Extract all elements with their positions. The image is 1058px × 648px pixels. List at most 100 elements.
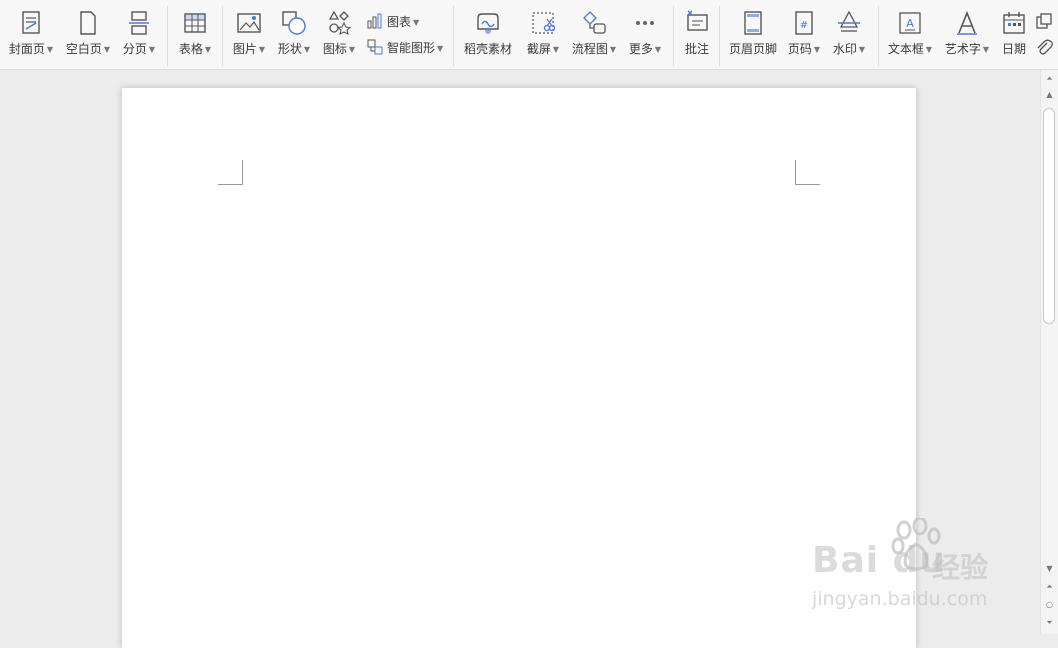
smart-art-icon: [366, 38, 384, 56]
caret-down-icon: ▼: [858, 45, 866, 54]
scroll-to-top-icon[interactable]: ⏶: [1041, 72, 1058, 86]
toolbar-separator: [719, 6, 720, 66]
comment-icon: [683, 9, 711, 37]
smart-art-button[interactable]: 智能图形 ▼: [366, 36, 448, 58]
chart-button[interactable]: 图表 ▼: [366, 10, 446, 32]
table-button[interactable]: 表格 ▼: [174, 0, 216, 70]
text-box-button[interactable]: A 文本框 ▼: [884, 0, 936, 70]
attachment-button[interactable]: [1035, 36, 1058, 58]
margin-mark-top-right: [795, 160, 820, 185]
watermark-title: 经验: [932, 551, 989, 584]
picture-label: 图片: [232, 42, 257, 56]
caret-down-icon: ▼: [925, 45, 933, 54]
margin-mark-top-left: [218, 160, 243, 185]
watermark-icon: [835, 9, 863, 37]
icon-label: 图标: [322, 42, 347, 56]
toolbar-separator: [453, 6, 454, 66]
toolbar-separator: [878, 6, 879, 66]
header-footer-button[interactable]: 页眉页脚: [725, 0, 781, 70]
flowchart-icon: [580, 9, 608, 37]
docer-material-icon: [474, 9, 502, 37]
icons-library-icon: [325, 9, 353, 37]
object-button[interactable]: [1035, 10, 1058, 32]
shape-button[interactable]: 形状 ▼: [274, 0, 314, 70]
document-page[interactable]: [122, 88, 916, 648]
page-break-label: 分页: [122, 42, 147, 56]
icon-button[interactable]: 图标 ▼: [319, 0, 359, 70]
shape-label: 形状: [277, 42, 302, 56]
page-number-button[interactable]: # 页码 ▼: [784, 0, 824, 70]
toolbar-separator: [222, 6, 223, 66]
screenshot-label: 截屏: [526, 42, 551, 56]
watermark-label: 水印: [832, 42, 857, 56]
toolbar-separator: [673, 6, 674, 66]
select-browse-object-icon[interactable]: ○: [1041, 598, 1058, 612]
date-label: 日期: [1001, 42, 1026, 56]
word-art-button[interactable]: 艺术字 ▼: [941, 0, 993, 70]
cover-page-label: 封面页: [8, 42, 45, 56]
caret-down-icon: ▼: [103, 45, 111, 54]
baidu-jingyan-watermark: Bai du 经验 jingyan.baidu.com: [808, 518, 1008, 618]
header-footer-label: 页眉页脚: [728, 42, 777, 56]
watermark-brand: Bai du: [812, 540, 947, 581]
blank-page-icon: [74, 9, 102, 37]
paperclip-icon: [1035, 38, 1053, 56]
caret-down-icon: ▼: [654, 45, 662, 54]
comment-label: 批注: [684, 42, 709, 56]
caret-down-icon: ▼: [204, 45, 212, 54]
caret-down-icon: ▼: [413, 18, 420, 27]
flowchart-label: 流程图: [571, 42, 608, 56]
more-button[interactable]: 更多 ▼: [624, 0, 666, 70]
more-label: 更多: [628, 42, 653, 56]
caret-down-icon: ▼: [258, 45, 266, 54]
picture-icon: [235, 9, 263, 37]
docer-material-label: 稻壳素材: [463, 42, 512, 56]
caret-down-icon: ▼: [148, 45, 156, 54]
calendar-icon: [1000, 9, 1028, 37]
page-number-icon: #: [790, 9, 818, 37]
watermark-url: jingyan.baidu.com: [812, 588, 988, 610]
more-dots-icon: [631, 9, 659, 37]
chart-label: 图表: [387, 15, 412, 29]
vertical-scrollbar[interactable]: ⏶ ▲ ▼ ⏶ ○ ⏷: [1040, 70, 1058, 634]
caret-down-icon: ▼: [46, 45, 54, 54]
next-page-icon[interactable]: ⏷: [1041, 616, 1058, 630]
toolbar-separator: [167, 6, 168, 66]
svg-text:A: A: [906, 17, 914, 30]
comment-button[interactable]: 批注: [678, 0, 716, 70]
caret-down-icon: ▼: [813, 45, 821, 54]
caret-down-icon: ▼: [609, 45, 617, 54]
caret-down-icon: ▼: [437, 44, 444, 53]
object-icon: [1035, 12, 1053, 30]
scrollbar-thumb[interactable]: [1043, 108, 1055, 324]
word-art-icon: [953, 9, 981, 37]
flowchart-button[interactable]: 流程图 ▼: [568, 0, 620, 70]
table-icon: [181, 9, 209, 37]
caret-down-icon: ▼: [982, 45, 990, 54]
caret-down-icon: ▼: [552, 45, 560, 54]
docer-material-button[interactable]: 稻壳素材: [460, 0, 516, 70]
text-box-label: 文本框: [887, 42, 924, 56]
blank-page-button[interactable]: 空白页 ▼: [63, 0, 113, 70]
svg-text:#: #: [800, 20, 808, 31]
smart-art-label: 智能图形: [387, 41, 436, 55]
text-box-icon: A: [896, 9, 924, 37]
caret-down-icon: ▼: [348, 45, 356, 54]
cover-page-button[interactable]: 封面页 ▼: [6, 0, 56, 70]
page-break-icon: [125, 9, 153, 37]
watermark-button[interactable]: 水印 ▼: [829, 0, 869, 70]
blank-page-label: 空白页: [65, 42, 102, 56]
header-footer-icon: [739, 9, 767, 37]
shape-icon: [280, 9, 308, 37]
picture-button[interactable]: 图片 ▼: [229, 0, 269, 70]
screenshot-button[interactable]: 截屏 ▼: [523, 0, 563, 70]
page-break-button[interactable]: 分页 ▼: [118, 0, 160, 70]
insert-ribbon: 封面页 ▼ 空白页 ▼ 分页 ▼ 表格 ▼ 图片 ▼ 形状 ▼ 图标 ▼ 图表 …: [0, 0, 1058, 70]
scroll-up-icon[interactable]: ▲: [1041, 88, 1058, 102]
date-button[interactable]: 日期: [998, 0, 1030, 70]
bar-chart-icon: [366, 12, 384, 30]
previous-page-icon[interactable]: ⏶: [1041, 580, 1058, 594]
caret-down-icon: ▼: [303, 45, 311, 54]
scroll-down-icon[interactable]: ▼: [1041, 562, 1058, 576]
table-label: 表格: [178, 42, 203, 56]
